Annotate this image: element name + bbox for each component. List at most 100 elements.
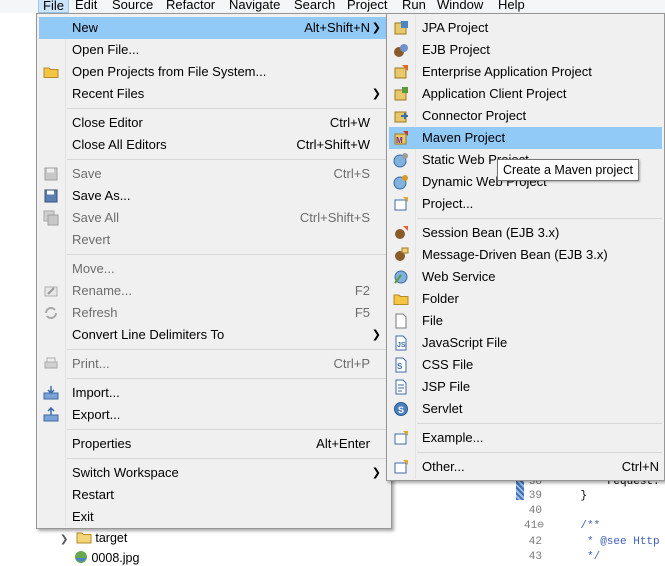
application-client-icon bbox=[394, 87, 408, 101]
menu-project[interactable]: Project bbox=[343, 0, 391, 13]
tree-item-jpg[interactable]: 0008.jpg bbox=[74, 549, 139, 566]
new-item-jpa-project[interactable]: JPA Project bbox=[389, 17, 662, 39]
menu-separator bbox=[67, 159, 389, 160]
new-item-project[interactable]: Project... bbox=[389, 193, 662, 215]
menu-item-label: Rename... bbox=[72, 283, 132, 298]
new-item-css-file[interactable]: S CSS File bbox=[389, 354, 662, 376]
jpa-project-icon bbox=[394, 21, 408, 35]
menu-item-label: Revert bbox=[72, 232, 111, 247]
menu-item-label: CSS File bbox=[422, 357, 474, 372]
menu-item-restart[interactable]: Restart bbox=[39, 484, 389, 506]
tooltip: Create a Maven project bbox=[497, 159, 639, 181]
change-marker bbox=[516, 480, 524, 500]
menu-item-label: Export... bbox=[72, 407, 121, 422]
menu-item-label: Print... bbox=[72, 356, 110, 371]
menu-item-properties[interactable]: Properties Alt+Enter bbox=[39, 433, 389, 455]
menu-help[interactable]: Help bbox=[494, 0, 529, 13]
new-item-maven-project[interactable]: M Maven Project bbox=[389, 127, 662, 149]
menu-item-export[interactable]: Export... bbox=[39, 404, 389, 426]
static-web-project-icon bbox=[393, 153, 408, 168]
menu-item-accelerator: Ctrl+S bbox=[333, 166, 370, 181]
menu-separator bbox=[67, 458, 389, 459]
menu-file[interactable]: File bbox=[38, 0, 69, 13]
menu-item-rename[interactable]: Rename... F2 bbox=[39, 280, 389, 302]
menu-refactor[interactable]: Refactor bbox=[162, 0, 219, 13]
chevron-right-icon[interactable]: ❯ bbox=[60, 534, 68, 545]
new-item-example[interactable]: Example... bbox=[389, 427, 662, 449]
new-item-message-driven-bean[interactable]: Message-Driven Bean (EJB 3.x) bbox=[389, 244, 662, 266]
menu-item-open-projects[interactable]: Open Projects from File System... bbox=[39, 61, 389, 83]
file-menu: New Alt+Shift+N ❯ Open File... Open Proj… bbox=[36, 13, 392, 529]
dynamic-web-project-icon bbox=[393, 175, 408, 190]
new-item-session-bean[interactable]: Session Bean (EJB 3.x) bbox=[389, 222, 662, 244]
menu-separator bbox=[417, 452, 662, 453]
example-icon bbox=[394, 431, 408, 445]
tree-item-target[interactable]: ❯ target bbox=[60, 529, 127, 547]
menu-source[interactable]: Source bbox=[108, 0, 157, 13]
menu-item-convert-line-delimiters[interactable]: Convert Line Delimiters To ❯ bbox=[39, 324, 389, 346]
import-icon bbox=[43, 386, 59, 400]
menu-item-switch-workspace[interactable]: Switch Workspace ❯ bbox=[39, 462, 389, 484]
menu-item-label: Save As... bbox=[72, 188, 131, 203]
new-item-file[interactable]: File bbox=[389, 310, 662, 332]
code-line: 41⊖ /** bbox=[524, 520, 601, 532]
print-icon bbox=[44, 357, 58, 369]
menu-item-label: Close All Editors bbox=[72, 137, 167, 152]
new-item-web-service[interactable]: Web Service bbox=[389, 266, 662, 288]
menu-item-label: Open Projects from File System... bbox=[72, 64, 267, 79]
menu-item-label: Session Bean (EJB 3.x) bbox=[422, 225, 560, 240]
menu-item-accelerator: Ctrl+Shift+S bbox=[299, 210, 370, 225]
new-item-enterprise-application-project[interactable]: Enterprise Application Project bbox=[389, 61, 662, 83]
new-item-servlet[interactable]: S Servlet bbox=[389, 398, 662, 420]
new-item-javascript-file[interactable]: JS JavaScript File bbox=[389, 332, 662, 354]
menu-item-close-all-editors[interactable]: Close All Editors Ctrl+Shift+W bbox=[39, 134, 389, 156]
menu-edit[interactable]: Edit bbox=[71, 0, 101, 13]
new-item-other[interactable]: Other... Ctrl+N bbox=[389, 456, 662, 478]
maven-project-icon: M bbox=[394, 131, 408, 145]
menu-item-save-as[interactable]: Save As... bbox=[39, 185, 389, 207]
new-item-application-client-project[interactable]: Application Client Project bbox=[389, 83, 662, 105]
menu-run[interactable]: Run bbox=[398, 0, 430, 13]
menu-item-label: Application Client Project bbox=[422, 86, 567, 101]
menu-item-label: Message-Driven Bean (EJB 3.x) bbox=[422, 247, 608, 262]
folder-icon bbox=[43, 67, 59, 78]
menu-item-save-all[interactable]: Save All Ctrl+Shift+S bbox=[39, 207, 389, 229]
menu-item-label: Refresh bbox=[72, 305, 118, 320]
menu-item-accelerator: Alt+Shift+N bbox=[304, 20, 370, 35]
menu-item-label: Exit bbox=[72, 509, 94, 524]
menu-separator bbox=[67, 108, 389, 109]
submenu-arrow-icon: ❯ bbox=[371, 467, 381, 479]
menu-item-accelerator: Ctrl+N bbox=[621, 459, 659, 474]
menu-item-label: Save bbox=[72, 166, 102, 181]
new-item-ejb-project[interactable]: EJB Project bbox=[389, 39, 662, 61]
menu-item-recent-files[interactable]: Recent Files ❯ bbox=[39, 83, 389, 105]
menu-item-move[interactable]: Move... bbox=[39, 258, 389, 280]
new-item-jsp-file[interactable]: JSP File bbox=[389, 376, 662, 398]
folder-icon bbox=[76, 532, 92, 544]
menu-separator bbox=[67, 349, 389, 350]
menu-item-import[interactable]: Import... bbox=[39, 382, 389, 404]
menu-window[interactable]: Window bbox=[433, 0, 487, 13]
menu-item-print[interactable]: Print... Ctrl+P bbox=[39, 353, 389, 375]
menu-separator bbox=[67, 429, 389, 430]
menu-item-label: Convert Line Delimiters To bbox=[72, 327, 225, 342]
menu-item-close-editor[interactable]: Close Editor Ctrl+W bbox=[39, 112, 389, 134]
ejb-project-icon bbox=[394, 44, 408, 57]
connector-project-icon bbox=[394, 111, 408, 123]
menu-item-new[interactable]: New Alt+Shift+N ❯ bbox=[39, 17, 389, 39]
message-driven-bean-icon bbox=[395, 247, 409, 261]
menu-item-exit[interactable]: Exit bbox=[39, 506, 389, 528]
new-submenu: JPA Project EJB Project Enterprise Appli… bbox=[386, 13, 665, 481]
menu-item-label: Restart bbox=[72, 487, 114, 502]
menu-item-open-file[interactable]: Open File... bbox=[39, 39, 389, 61]
menu-navigate[interactable]: Navigate bbox=[225, 0, 284, 13]
menu-item-label: Servlet bbox=[422, 401, 463, 416]
new-item-connector-project[interactable]: Connector Project bbox=[389, 105, 662, 127]
menu-item-save[interactable]: Save Ctrl+S bbox=[39, 163, 389, 185]
new-item-folder[interactable]: Folder bbox=[389, 288, 662, 310]
menu-item-label: JSP File bbox=[422, 379, 471, 394]
menu-item-revert[interactable]: Revert bbox=[39, 229, 389, 251]
code-editor[interactable]: 38 request. 39 } 40 41⊖ /** 42 * @see Ht… bbox=[510, 476, 665, 566]
menu-search[interactable]: Search bbox=[290, 0, 339, 13]
menu-item-refresh[interactable]: Refresh F5 bbox=[39, 302, 389, 324]
